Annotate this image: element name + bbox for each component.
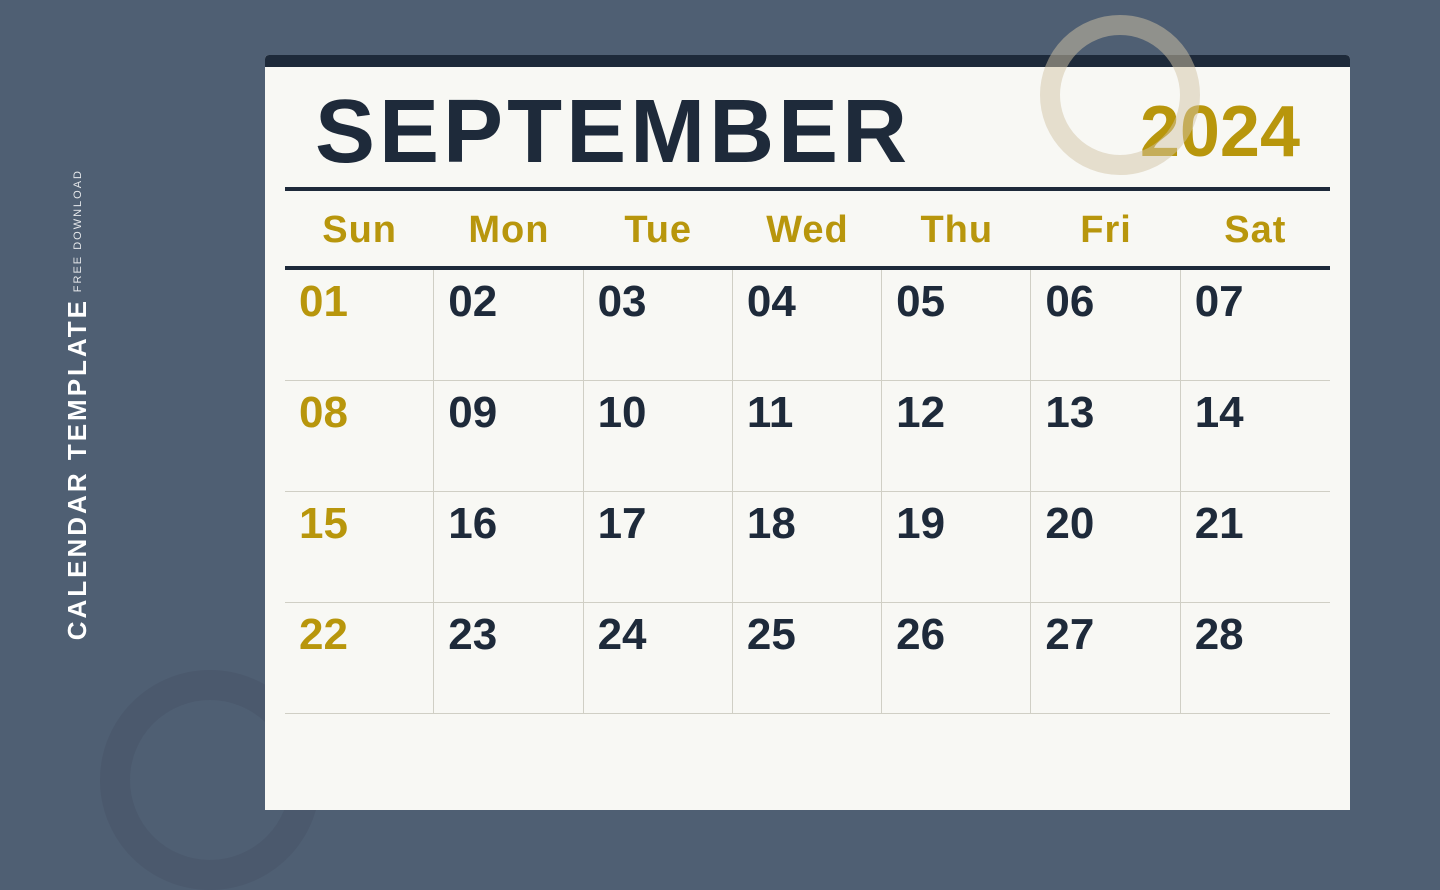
day-07: 07 <box>1195 280 1316 324</box>
day-06: 06 <box>1045 280 1165 324</box>
day-09: 09 <box>448 391 568 435</box>
cell-01: 01 <box>285 270 434 380</box>
day-28: 28 <box>1195 613 1316 657</box>
calendar-week-3: 15 16 17 18 19 20 21 <box>285 492 1330 603</box>
day-20: 20 <box>1045 502 1165 546</box>
cell-16: 16 <box>434 492 583 602</box>
sidebar: FREE DOWNLOAD CALENDAR TEMPLATE <box>0 0 155 810</box>
cell-02: 02 <box>434 270 583 380</box>
cell-18: 18 <box>733 492 882 602</box>
calendar-week-4: 22 23 24 25 26 27 28 <box>285 603 1330 714</box>
day-22: 22 <box>299 613 419 657</box>
cell-04: 04 <box>733 270 882 380</box>
free-download-label: FREE DOWNLOAD <box>72 169 84 292</box>
cell-13: 13 <box>1031 381 1180 491</box>
cell-25: 25 <box>733 603 882 713</box>
cell-24: 24 <box>584 603 733 713</box>
cell-06: 06 <box>1031 270 1180 380</box>
day-05: 05 <box>896 280 1016 324</box>
month-title: SEPTEMBER <box>315 87 911 177</box>
calendar-body: 01 02 03 04 05 06 07 08 <box>265 270 1350 714</box>
calendar-template-label: CALENDAR TEMPLATE <box>62 298 93 640</box>
cell-14: 14 <box>1181 381 1330 491</box>
day-23: 23 <box>448 613 568 657</box>
cell-12: 12 <box>882 381 1031 491</box>
cell-17: 17 <box>584 492 733 602</box>
day-27: 27 <box>1045 613 1165 657</box>
days-header-row: Sun Mon Tue Wed Thu Fri Sat <box>265 191 1350 266</box>
day-header-thu: Thu <box>882 191 1031 266</box>
day-16: 16 <box>448 502 568 546</box>
day-02: 02 <box>448 280 568 324</box>
day-19: 19 <box>896 502 1016 546</box>
day-header-sat: Sat <box>1181 191 1330 266</box>
calendar-container: SEPTEMBER 20 24 Sun Mon Tue Wed Thu Fri S… <box>265 55 1350 810</box>
day-03: 03 <box>598 280 718 324</box>
cell-15: 15 <box>285 492 434 602</box>
day-header-mon: Mon <box>434 191 583 266</box>
day-18: 18 <box>747 502 867 546</box>
cell-23: 23 <box>434 603 583 713</box>
day-13: 13 <box>1045 391 1165 435</box>
cell-08: 08 <box>285 381 434 491</box>
day-header-sun: Sun <box>285 191 434 266</box>
day-11: 11 <box>747 391 867 435</box>
day-header-tue: Tue <box>584 191 733 266</box>
cell-21: 21 <box>1181 492 1330 602</box>
cell-10: 10 <box>584 381 733 491</box>
cell-19: 19 <box>882 492 1031 602</box>
day-21: 21 <box>1195 502 1316 546</box>
day-15: 15 <box>299 502 419 546</box>
calendar-week-1: 01 02 03 04 05 06 07 <box>285 270 1330 381</box>
day-24: 24 <box>598 613 718 657</box>
cell-26: 26 <box>882 603 1031 713</box>
calendar-week-2: 08 09 10 11 12 13 14 <box>285 381 1330 492</box>
cell-22: 22 <box>285 603 434 713</box>
cell-03: 03 <box>584 270 733 380</box>
day-10: 10 <box>598 391 718 435</box>
day-12: 12 <box>896 391 1016 435</box>
day-17: 17 <box>598 502 718 546</box>
cell-27: 27 <box>1031 603 1180 713</box>
day-header-fri: Fri <box>1031 191 1180 266</box>
day-header-wed: Wed <box>733 191 882 266</box>
cell-28: 28 <box>1181 603 1330 713</box>
day-14: 14 <box>1195 391 1316 435</box>
day-25: 25 <box>747 613 867 657</box>
day-08: 08 <box>299 391 419 435</box>
cell-05: 05 <box>882 270 1031 380</box>
cell-09: 09 <box>434 381 583 491</box>
decorative-circle-top-right <box>1040 15 1200 175</box>
cell-20: 20 <box>1031 492 1180 602</box>
day-01: 01 <box>299 280 419 324</box>
day-04: 04 <box>747 280 867 324</box>
cell-11: 11 <box>733 381 882 491</box>
day-26: 26 <box>896 613 1016 657</box>
cell-07: 07 <box>1181 270 1330 380</box>
